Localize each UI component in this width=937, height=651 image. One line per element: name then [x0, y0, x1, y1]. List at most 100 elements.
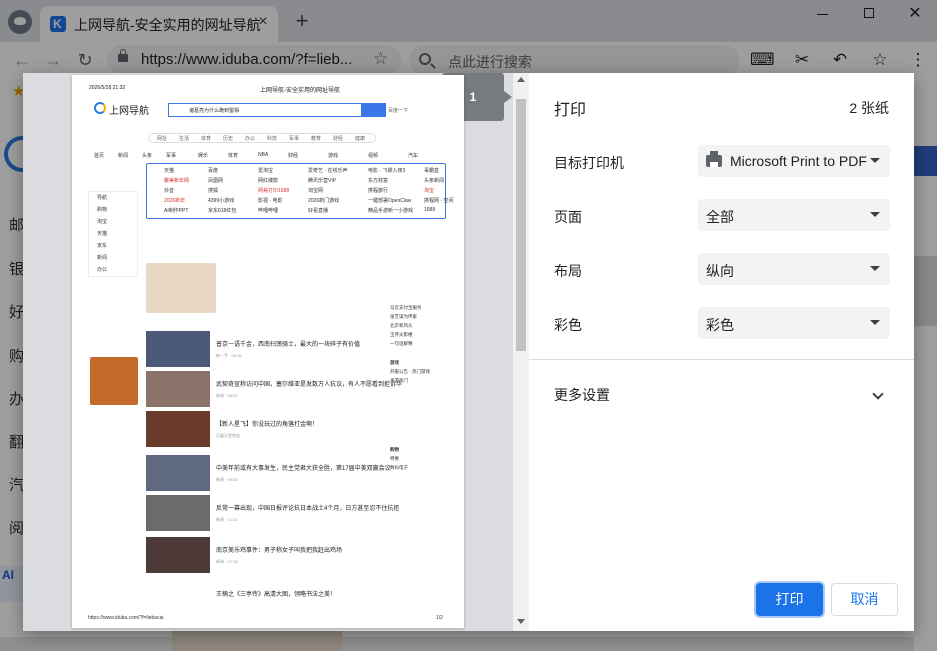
preview-link: 汽车	[408, 153, 419, 159]
preview-right-item: 一句话解释	[390, 341, 413, 346]
print-dialog: 1 2026/5/28 21:32 上网导航-安全实用的网址导航 上网导航 诸葛…	[23, 73, 914, 631]
layout-select[interactable]: 纵向	[698, 253, 890, 285]
preview-right-item: 王传炎影楼	[390, 332, 413, 337]
preview-game-ad	[90, 357, 138, 405]
preview-site-link: 毒霸盒	[424, 168, 440, 174]
preview-header-title: 上网导航-安全实用的网址导航	[260, 88, 340, 94]
cancel-button[interactable]: 取消	[831, 583, 898, 616]
pages-label: 页面	[554, 209, 582, 225]
more-settings-toggle[interactable]: 更多设置	[554, 385, 610, 405]
preview-side-menu: 导航 购物 淘宝 天猫 京东 新闻 办公	[88, 191, 138, 277]
preview-site-row: 2026新年 4399小游戏 影视 · 电影 2026新门游戏 一键部署Open…	[88, 197, 453, 205]
preview-site-link: 搜狐	[208, 188, 219, 194]
preview-search-button	[362, 103, 386, 117]
chevron-down-icon	[870, 158, 880, 163]
preview-nav-tab: 教育	[311, 136, 322, 142]
scroll-up-icon[interactable]	[517, 77, 525, 82]
preview-nav-tab: 网址	[157, 136, 168, 142]
preview-site-link: 抖音	[164, 188, 175, 194]
preview-right-item: 游戏	[390, 360, 399, 365]
preview-right-item: 手游热门	[390, 378, 408, 383]
preview-site-link: 精品手游新一小游戏	[368, 208, 414, 214]
preview-date: 2026/5/28 21:32	[89, 85, 126, 91]
preview-site-link: 京东618红包	[208, 208, 237, 214]
preview-site-row: 抖音 搜狐 网易打印1688 淘宝网 携程旅行 淘宝	[88, 187, 448, 195]
preview-news-title: 普京一语千金，西南扫荡骑士，最大的一块碎子有价值	[216, 342, 361, 348]
pages-value: 全部	[706, 209, 734, 225]
layout-label: 布局	[554, 263, 582, 279]
preview-site-link: 天猫	[164, 168, 175, 174]
preview-side-item: 办公	[97, 267, 108, 273]
preview-right-item: 数码电子	[390, 465, 408, 470]
preview-news-item: 南京美乐鸡事件：男子称女子叫我把我赶出鸡场 新闻 · 17:18	[146, 537, 368, 573]
preview-brand: 上网导航	[109, 106, 149, 117]
preview-side-item: 导航	[97, 195, 108, 201]
preview-nav-tab: 办公	[245, 136, 256, 142]
color-value: 彩色	[706, 317, 734, 333]
destination-value: Microsoft Print to PDF	[730, 153, 867, 169]
preview-page: 2026/5/28 21:32 上网导航-安全实用的网址导航 上网导航 诸葛亮为…	[72, 75, 464, 628]
preview-nav-tabs: 网址 生活 体育 历史 办公 科技 军事 教育 财经 健康	[148, 133, 376, 143]
preview-side-item: 天猫	[97, 231, 108, 237]
preview-site-link: 淘宝网	[308, 188, 324, 194]
preview-site-link: 电影 · 飞镖入夜3	[368, 168, 406, 174]
preview-site-link: AI制作PPT	[164, 208, 189, 214]
print-dialog-title: 打印	[554, 102, 587, 119]
preview-search-box: 诸葛亮为什么跪到蜀相	[168, 103, 362, 117]
preview-site-link: 哔哩哔哩	[258, 208, 279, 214]
preview-right-item: 开服公告 · 热门游戏	[390, 369, 430, 374]
preview-link: 头条	[142, 153, 153, 159]
preview-site-link: 4399小游戏	[208, 198, 235, 204]
preview-news-item: 王楠之《三亭传》高清大图，领略书法之美！	[146, 581, 368, 617]
preview-scrollbar[interactable]	[513, 73, 529, 631]
preview-site-row: AI制作PPT 京东618红包 哔哩哔哩 好看直播 精品手游新一小游戏 1688	[88, 207, 448, 215]
preview-search-hint: 百度一下	[388, 108, 409, 114]
preview-side-item: 新闻	[97, 255, 108, 261]
preview-site-link: 1688	[424, 207, 436, 213]
preview-nav-tab: 历史	[223, 136, 234, 142]
chevron-down-icon[interactable]	[872, 388, 884, 400]
preview-nav-tab: 军事	[289, 136, 300, 142]
preview-nav-tab: 财经	[333, 136, 344, 142]
preview-site-link: 2026新门游戏	[308, 198, 340, 204]
preview-site-link: 一键部署OpenClaw	[368, 198, 412, 204]
preview-news-title: 反常一幕出现，中国日报评论抗日本战土4个月，日方甚至忍不住抗拒	[216, 506, 400, 512]
preview-side-item: 京东	[97, 243, 108, 249]
preview-right-item: 张艺谋为传家	[390, 314, 417, 319]
preview-photo-people	[146, 263, 216, 313]
layout-value: 纵向	[706, 263, 734, 279]
preview-news-title: 中美年前或有大事发生，民主党君大获全胜，第17届中美双赢会议	[216, 466, 391, 472]
preview-site-link: 腾讯乐营VIP	[308, 178, 337, 184]
preview-site-link: 好看直播	[308, 208, 329, 214]
preview-link: 娱乐	[198, 153, 209, 159]
print-button[interactable]: 打印	[756, 583, 823, 616]
preview-news-item: 中美年前或有大事发生，民主党君大获全胜，第17届中美双赢会议 新闻 · 09:5…	[146, 455, 391, 491]
preview-link: 新闻	[118, 153, 129, 159]
preview-news-title: 南京美乐鸡事件：男子称女子叫我把我赶出鸡场	[216, 548, 343, 554]
preview-site-link: 影视 · 电影	[258, 198, 283, 204]
scroll-thumb[interactable]	[516, 99, 526, 351]
preview-search-text: 诸葛亮为什么跪到蜀相	[189, 108, 240, 114]
color-select[interactable]: 彩色	[698, 307, 890, 339]
preview-link: 财经	[288, 153, 299, 159]
preview-news-item: 武契奇宣称访问中国，塞尔维亚是发数万人抗议，有人不愿看到拒诉华 新闻 · 08:…	[146, 371, 402, 407]
preview-logo-icon	[94, 102, 106, 114]
preview-footer-url: https://www.iduba.com/?f=liebacai	[88, 615, 164, 621]
scroll-down-icon[interactable]	[517, 619, 525, 624]
chevron-down-icon	[870, 266, 880, 271]
preview-site-link: 携程旅行	[368, 188, 389, 194]
preview-news-item: 反常一幕出现，中国日报评论抗日本战土4个月，日方甚至忍不住抗拒 新闻 · 11:…	[146, 495, 399, 531]
preview-site-row: 聚美新年网 凤凰网 网红爆款 腾讯乐营VIP 东方财富 头条新闻	[88, 177, 448, 185]
preview-side-item: 淘宝	[97, 219, 108, 225]
preview-link: 军事	[166, 153, 177, 159]
destination-label: 目标打印机	[554, 155, 624, 171]
preview-news-item: 普京一语千金，西南扫荡骑士，最大的一块碎子有价值 新一手 · 09:38	[146, 331, 368, 367]
pages-select[interactable]: 全部	[698, 199, 890, 231]
destination-select[interactable]: Microsoft Print to PDF	[698, 145, 890, 177]
preview-news-title: 武契奇宣称访问中国，塞尔维亚是发数万人抗议，有人不愿看到拒诉华	[216, 382, 403, 388]
preview-news-title: 王楠之《三亭传》高清大图，领略书法之美！	[216, 592, 337, 598]
preview-site-link: 头条新闻	[424, 178, 445, 184]
chevron-down-icon	[870, 212, 880, 217]
preview-nav-tab: 生活	[179, 136, 190, 142]
preview-site-link: 爱淘宝	[258, 168, 274, 174]
